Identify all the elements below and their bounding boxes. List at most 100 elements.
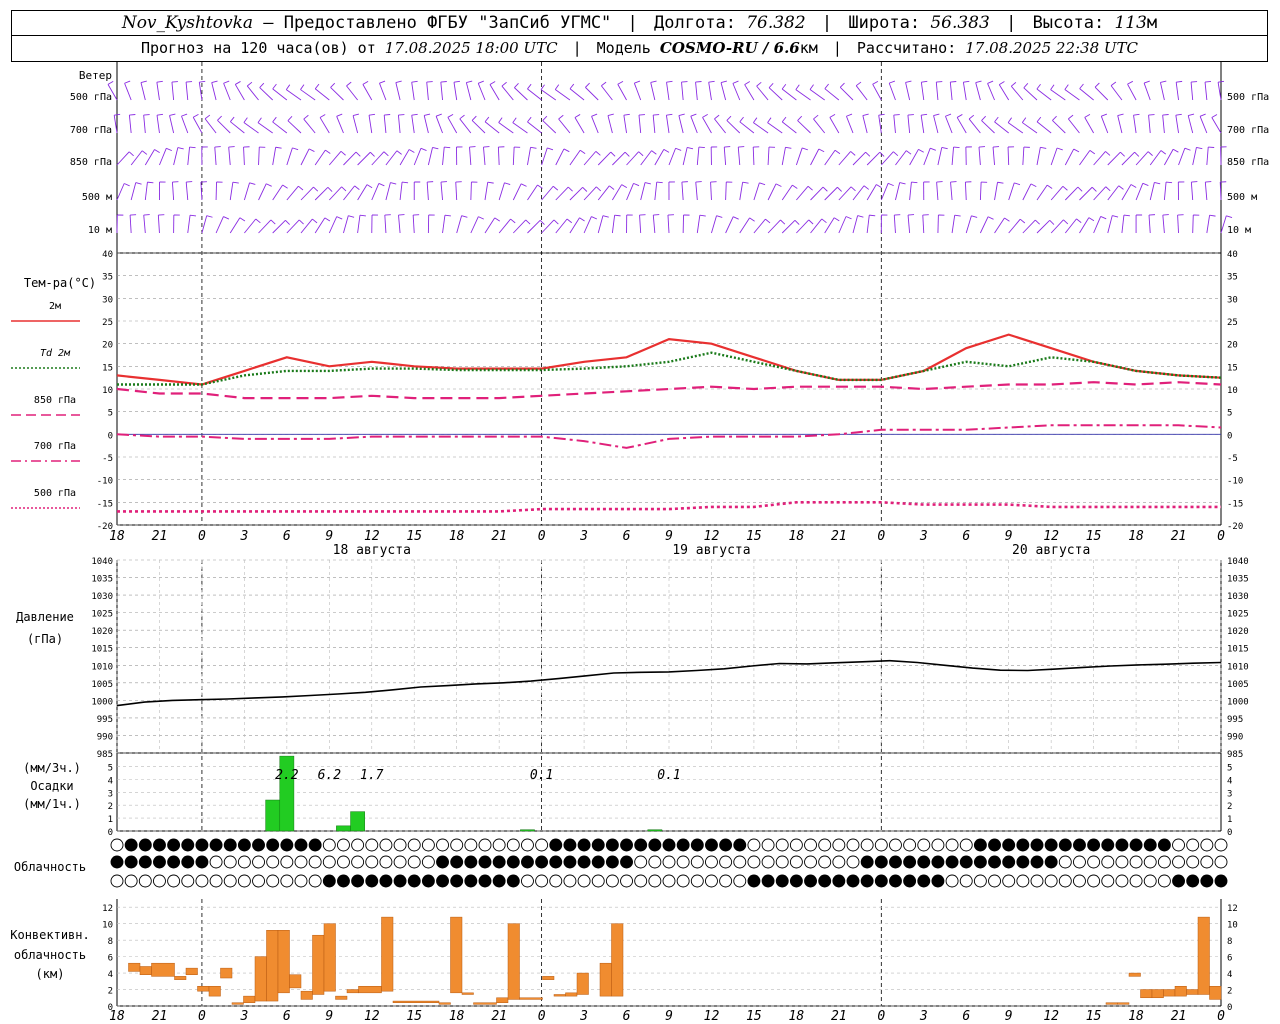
wind-barb-feather [230, 116, 235, 122]
wind-barb-feather [997, 181, 1004, 184]
wind-barb-feather [510, 218, 516, 224]
wind-barb-feather [1091, 186, 1097, 192]
wind-barb [512, 183, 522, 201]
wind-barb [878, 115, 882, 134]
wind-barb [411, 115, 415, 134]
cloud-symbol [322, 838, 336, 852]
cloud-symbol [846, 838, 860, 852]
wind-barb [1148, 215, 1151, 234]
wind-barb [639, 215, 642, 234]
wind-barb-feather [300, 84, 305, 90]
cloud-symbol [294, 874, 308, 888]
pressure-ytick-right: 1010 [1227, 662, 1249, 672]
wind-barb [384, 215, 387, 234]
cloud-symbol [138, 874, 152, 888]
wind-barb [130, 182, 137, 201]
cloud-symbol [138, 838, 152, 852]
wind-barb [585, 87, 599, 101]
cloud-symbol [506, 855, 520, 869]
wind-barb [1008, 218, 1021, 234]
wind-barb [129, 215, 132, 234]
hour-label: 6 [962, 1009, 970, 1024]
wind-barb [922, 215, 925, 234]
cloud-symbol [294, 838, 308, 852]
temp-series-line [116, 424, 1222, 449]
wind-barb-feather [690, 113, 697, 117]
convective-bar [519, 997, 543, 1000]
wind-barb [357, 184, 368, 201]
hour-label: 21 [152, 1009, 168, 1024]
temp-ytick-right: 25 [1227, 318, 1238, 328]
hour-label: 6 [283, 529, 291, 544]
wind-barb [723, 147, 727, 166]
temp-ytick-left: 40 [102, 250, 113, 260]
wind-barb-feather [656, 181, 663, 184]
pressure-ytick-right: 1000 [1227, 697, 1249, 707]
cloud-symbol [747, 874, 761, 888]
pressure-ytick-right: 990 [1227, 732, 1243, 742]
wind-barb [852, 215, 859, 234]
hour-label: 21 [152, 529, 168, 544]
date-label: 18 августа [333, 543, 411, 558]
wind-barb [965, 215, 972, 234]
cloud-symbol [337, 874, 350, 888]
wind-barb-feather [818, 148, 825, 153]
wind-barb-feather [857, 215, 864, 218]
cloud-symbol [733, 855, 747, 869]
conv-ytick-left: 8 [108, 937, 113, 947]
temp-ytick-right: 35 [1227, 273, 1238, 283]
cloud-symbol [365, 874, 379, 888]
wind-barb [951, 147, 954, 166]
cloud-symbol [521, 855, 534, 869]
wind-barb-feather [547, 147, 554, 151]
wind-barb [1163, 149, 1174, 166]
wind-barb [1036, 121, 1052, 134]
wind-barb [1127, 83, 1137, 101]
wind-barb-feather [324, 217, 331, 222]
temp-ytick-left: 20 [102, 341, 113, 351]
wind-barb-feather [223, 80, 230, 84]
wind-barb [1160, 82, 1165, 101]
wind-barb [923, 148, 931, 166]
wind-barb [893, 215, 896, 234]
hour-label: 18 [789, 1009, 805, 1024]
cloud-symbol [705, 855, 718, 869]
wind-barb-feather [732, 80, 739, 84]
wind-barb [583, 216, 592, 234]
wind-barb-feather [1211, 114, 1218, 118]
cloud-symbol [1143, 838, 1157, 852]
wind-barb [412, 215, 415, 234]
cloud-symbol [648, 874, 662, 888]
wind-barb [569, 217, 580, 234]
cloud-symbol [1016, 874, 1030, 888]
temp-ytick-right: -15 [1227, 499, 1243, 509]
cloud-symbol [450, 855, 464, 869]
wind-barb [839, 86, 854, 101]
cloud-symbol [804, 874, 817, 888]
wind-barb [371, 151, 385, 166]
wind-barb [527, 88, 542, 101]
wind-barb [1023, 87, 1038, 101]
wind-barb [852, 185, 865, 201]
precip-ytick-left: 0 [108, 828, 113, 838]
precip-bar [336, 825, 351, 832]
wind-barb [795, 89, 811, 101]
wind-barb-feather [802, 147, 808, 151]
cloud-symbol [1073, 838, 1086, 852]
wind-barb [423, 115, 429, 134]
wind-barb [979, 181, 982, 201]
convective-bar [381, 916, 394, 992]
wind-barb-feather [726, 115, 732, 121]
cloud-symbol [959, 855, 973, 869]
wind-barb-feather [653, 214, 660, 216]
wind-barb-feather [720, 80, 727, 84]
wind-barb-feather [129, 114, 136, 116]
wind-barb-feather [1076, 218, 1082, 223]
cloud-symbol [988, 855, 1001, 869]
wind-barb-feather [313, 186, 319, 192]
wind-barb-feather [1030, 183, 1037, 187]
wind-barb-feather [1077, 186, 1083, 192]
temp-ytick-right: -20 [1227, 522, 1243, 532]
wind-barb-feather [1154, 182, 1161, 185]
precip-title: Осадки [30, 779, 73, 793]
